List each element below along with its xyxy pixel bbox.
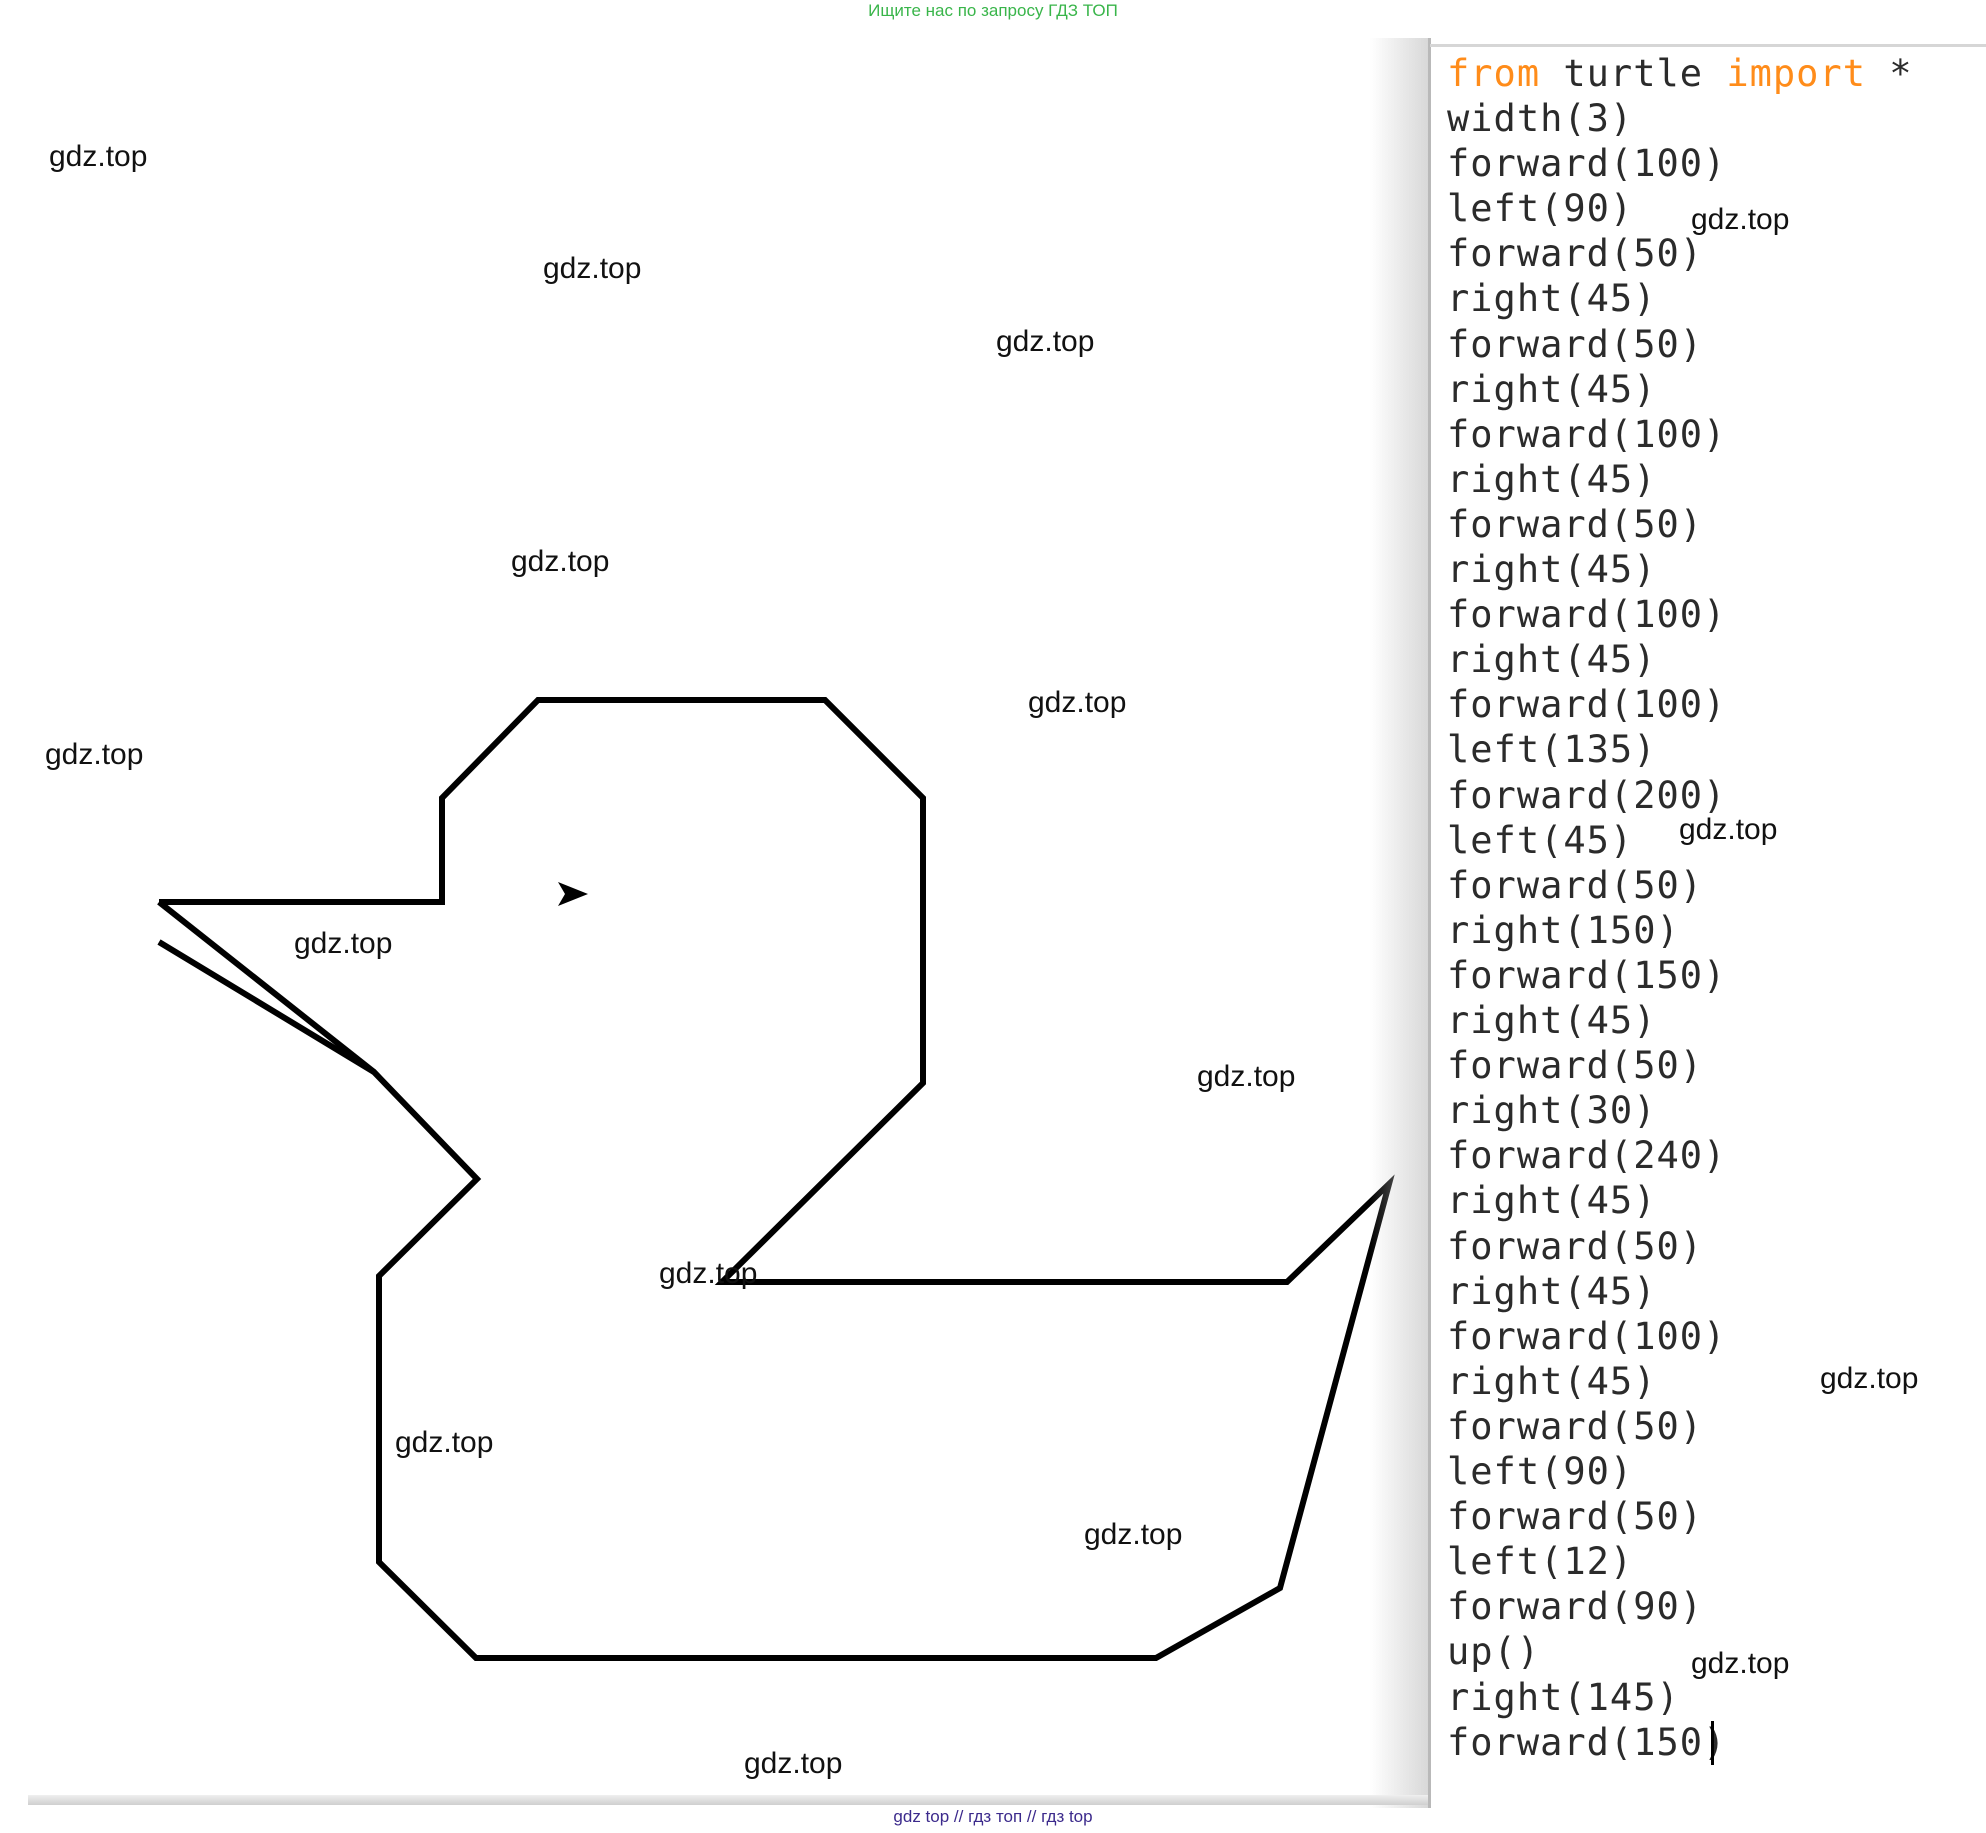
code-line[interactable]: forward(50) xyxy=(1447,864,1703,908)
code-line[interactable]: left(90) xyxy=(1447,1450,1633,1494)
code-line[interactable]: forward(240) xyxy=(1447,1134,1726,1178)
duck-outline xyxy=(157,697,1395,1661)
code-line[interactable]: forward(50) xyxy=(1447,1225,1703,1269)
turtle-canvas xyxy=(28,38,1428,1808)
watermark: gdz.top xyxy=(1691,203,1790,236)
code-line[interactable]: forward(100) xyxy=(1447,142,1726,186)
module-name: turtle xyxy=(1540,52,1727,95)
turtle-cursor-icon xyxy=(558,882,588,906)
watermark: gdz.top xyxy=(543,252,642,285)
watermark: gdz.top xyxy=(659,1257,758,1290)
code-line[interactable]: right(45) xyxy=(1447,1360,1656,1404)
code-line[interactable]: right(30) xyxy=(1447,1089,1656,1133)
code-line[interactable]: left(12) xyxy=(1447,1540,1633,1584)
code-line-import[interactable]: from turtle import * xyxy=(1447,52,1913,96)
code-line[interactable]: forward(50) xyxy=(1447,1044,1703,1088)
watermark: gdz.top xyxy=(45,738,144,771)
canvas-edge-shadow xyxy=(1370,38,1430,1808)
code-line[interactable]: forward(90) xyxy=(1447,1585,1703,1629)
watermark: gdz.top xyxy=(1820,1362,1919,1395)
code-line[interactable]: left(45) xyxy=(1447,819,1633,863)
watermark: gdz.top xyxy=(744,1747,843,1780)
code-line[interactable]: forward(200) xyxy=(1447,774,1726,818)
code-line[interactable]: forward(100) xyxy=(1447,683,1726,727)
watermark: gdz.top xyxy=(395,1426,494,1459)
watermark: gdz.top xyxy=(294,927,393,960)
watermark: gdz.top xyxy=(996,325,1095,358)
canvas-bottom-edge xyxy=(28,1795,1430,1805)
code-line[interactable]: right(150) xyxy=(1447,909,1680,953)
turtle-drawing xyxy=(157,697,1395,1661)
text-caret xyxy=(1711,1720,1714,1765)
code-line[interactable]: forward(50) xyxy=(1447,1495,1703,1539)
code-line[interactable]: forward(50) xyxy=(1447,1405,1703,1449)
code-line[interactable]: forward(150) xyxy=(1447,954,1726,998)
code-line[interactable]: right(45) xyxy=(1447,1179,1656,1223)
watermark: gdz.top xyxy=(1679,813,1778,846)
code-line[interactable]: right(45) xyxy=(1447,638,1656,682)
code-line[interactable]: right(45) xyxy=(1447,458,1656,502)
code-line[interactable]: right(145) xyxy=(1447,1676,1680,1720)
keyword-import: import xyxy=(1726,52,1866,95)
watermark: gdz.top xyxy=(1691,1647,1790,1680)
code-editor[interactable]: from turtle import * width(3) forward(100… xyxy=(1428,38,1986,1808)
code-line[interactable]: right(45) xyxy=(1447,999,1656,1043)
code-line[interactable]: right(45) xyxy=(1447,277,1656,321)
code-line[interactable]: width(3) xyxy=(1447,97,1633,141)
editor-top-border xyxy=(1430,44,1986,47)
code-line[interactable]: forward(100) xyxy=(1447,593,1726,637)
code-line[interactable]: forward(50) xyxy=(1447,503,1703,547)
footer-links[interactable]: gdz top // гдз топ // гдз top xyxy=(0,1807,1986,1831)
code-line[interactable]: left(135) xyxy=(1447,728,1656,772)
code-line[interactable]: forward(50) xyxy=(1447,232,1703,276)
code-line[interactable]: forward(100) xyxy=(1447,413,1726,457)
code-line[interactable]: forward(150) xyxy=(1447,1721,1726,1765)
watermark: gdz.top xyxy=(1197,1060,1296,1093)
code-line[interactable]: forward(100) xyxy=(1447,1315,1726,1359)
code-line[interactable]: right(45) xyxy=(1447,1270,1656,1314)
keyword-from: from xyxy=(1447,52,1541,95)
import-star: * xyxy=(1865,52,1913,95)
code-line[interactable]: right(45) xyxy=(1447,548,1656,592)
watermark: gdz.top xyxy=(511,545,610,578)
code-line[interactable]: forward(50) xyxy=(1447,323,1703,367)
watermark: gdz.top xyxy=(49,140,148,173)
top-banner: Ищите нас по запросу ГДЗ ТОП xyxy=(868,1,1118,20)
watermark: gdz.top xyxy=(1084,1518,1183,1551)
code-line[interactable]: up() xyxy=(1447,1630,1540,1674)
watermark: gdz.top xyxy=(1028,686,1127,719)
code-line[interactable]: right(45) xyxy=(1447,368,1656,412)
code-line[interactable]: left(90) xyxy=(1447,187,1633,231)
